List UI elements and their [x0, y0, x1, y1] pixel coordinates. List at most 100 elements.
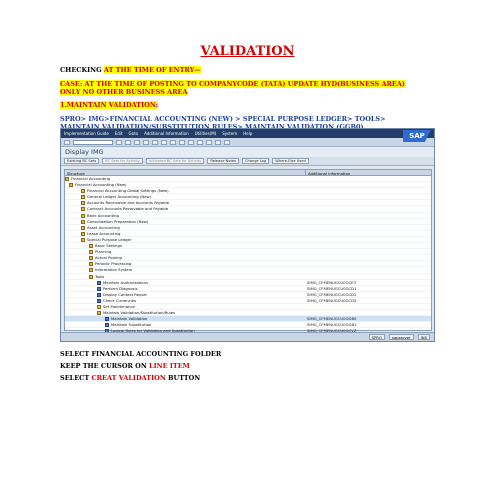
- sap-screenshot: Implementation Guide Edit Goto Additiona…: [60, 128, 435, 342]
- tree-row-label: Maintain Validation: [111, 316, 148, 322]
- page-title: VALIDATION: [200, 44, 295, 59]
- folder-icon: [89, 256, 93, 261]
- tree-row-label: Tools: [95, 273, 105, 279]
- first-page-icon[interactable]: [179, 139, 185, 145]
- help-icon[interactable]: [224, 139, 230, 145]
- sap-menubar: Implementation Guide Edit Goto Additiona…: [61, 129, 434, 138]
- tree-row-label: Perform Diagnosis: [103, 285, 138, 291]
- tree-row-label: Asset Accounting: [87, 224, 120, 230]
- case-line-1: CASE: AT THE TIME OF POSTING TO COMPANYC…: [60, 80, 405, 88]
- instruction-3-suffix: BUTTON: [165, 374, 201, 382]
- bc-sets-for-activity-button[interactable]: BC Sets for Activity: [102, 158, 143, 164]
- find-next-icon[interactable]: [170, 139, 176, 145]
- previous-page-icon[interactable]: [188, 139, 194, 145]
- where-else-used-button[interactable]: Where-Else Used: [272, 158, 309, 164]
- folder-icon: [81, 213, 85, 218]
- tree-row-label: Set Maintenance: [103, 303, 135, 309]
- tree-row-info: SIMG_CFMENUGCU0GCD2: [307, 291, 357, 297]
- activity-icon: [105, 317, 109, 322]
- next-page-icon[interactable]: [197, 139, 203, 145]
- instruction-2: KEEP THE CURSOR ON LINE ITEM: [60, 362, 190, 370]
- folder-icon: [89, 274, 93, 279]
- folder-icon: [89, 262, 93, 267]
- tree-row-info: SIMG_CFMENUGCU0GGB0: [307, 316, 357, 322]
- tree-row-label: Check Currencies: [103, 297, 137, 303]
- status-bar: SPRO sapserver INS: [61, 332, 434, 341]
- folder-icon: [69, 183, 73, 188]
- menu-item[interactable]: Implementation Guide: [64, 131, 109, 136]
- command-field[interactable]: [73, 139, 113, 145]
- tree-row-label: Bank Accounting: [87, 212, 119, 218]
- application-toolbar: Existing BC Sets BC Sets for Activity Ac…: [61, 157, 434, 166]
- new-session-icon[interactable]: [215, 139, 221, 145]
- tree-row-label: Consolidation Preparation (New): [87, 218, 149, 224]
- cancel-icon[interactable]: [143, 139, 149, 145]
- folder-icon: [89, 268, 93, 273]
- exit-icon[interactable]: [134, 139, 140, 145]
- instruction-1-text: SELECT FINANCIAL ACCOUNTING FOLDER: [60, 350, 222, 358]
- structure-column-header: Structure: [67, 170, 85, 176]
- menu-item[interactable]: Edit: [115, 131, 123, 136]
- checking-line: CHECKING AT THE TIME OF ENTRY—: [60, 66, 201, 74]
- tree-row-label: Financial Accounting Global Settings (Ne…: [87, 188, 169, 194]
- existing-bc-sets-button[interactable]: Existing BC Sets: [64, 158, 100, 164]
- tree-row-label: Financial Accounting: [71, 176, 111, 181]
- instruction-1: SELECT FINANCIAL ACCOUNTING FOLDER: [60, 350, 221, 358]
- tree-row-label: Accounts Receivable and Accounts Payable: [87, 200, 170, 206]
- screen-title: Display IMG: [61, 147, 434, 157]
- instruction-2-text: KEEP THE CURSOR ON: [60, 362, 150, 370]
- instruction-3-highlight: CREAT VALIDATION: [91, 374, 166, 382]
- folder-icon: [81, 207, 85, 212]
- checking-highlight: AT THE TIME OF ENTRY—: [103, 66, 201, 74]
- folder-icon: [97, 304, 101, 309]
- save-icon[interactable]: [116, 139, 122, 145]
- tree-row-label: Planning: [95, 249, 112, 255]
- tree-row-label: Maintain Validation/Substitution/Rules: [103, 310, 176, 316]
- tree-row-label: Financial Accounting (New): [75, 182, 127, 188]
- case-text-1: CASE: AT THE TIME OF POSTING TO COMPANYC…: [60, 80, 405, 88]
- menu-item[interactable]: System: [222, 131, 237, 136]
- status-server: sapserver: [388, 334, 414, 340]
- last-page-icon[interactable]: [206, 139, 212, 145]
- menu-item[interactable]: Help: [243, 131, 252, 136]
- img-tree: Structure Additional information Financi…: [64, 169, 432, 341]
- info-column-header: Additional information: [308, 170, 351, 176]
- folder-icon: [65, 177, 69, 181]
- tree-row-label: Basic Settings: [95, 243, 122, 249]
- activity-icon: [105, 323, 109, 328]
- tree-row-label: Information System: [95, 267, 133, 273]
- tree-rows: Financial Accounting Financial Accounting…: [65, 176, 431, 341]
- column-divider: [305, 170, 306, 175]
- case-text-2: ONLY NO OTHER BUSINESS AREA: [60, 88, 188, 96]
- checking-label: CHECKING: [60, 66, 104, 74]
- case-line-2: ONLY NO OTHER BUSINESS AREA: [60, 88, 188, 96]
- status-mode: INS: [417, 334, 430, 340]
- folder-icon: [81, 189, 85, 194]
- activated-bc-sets-button[interactable]: Activated BC Sets for Activity: [145, 158, 205, 164]
- back-icon[interactable]: [125, 139, 131, 145]
- tree-row-label: Contract Accounts Receivable and Payable: [87, 206, 169, 212]
- activity-icon: [97, 292, 101, 297]
- print-icon[interactable]: [152, 139, 158, 145]
- folder-icon: [81, 237, 85, 242]
- tree-row-label: Display Context Report: [103, 291, 147, 297]
- standard-toolbar: [61, 138, 434, 147]
- tree-row-label: Periodic Processing: [95, 261, 132, 267]
- folder-icon: [81, 195, 85, 200]
- tree-row-label: Lease Accounting: [87, 230, 121, 236]
- folder-icon: [89, 250, 93, 255]
- enter-icon[interactable]: [64, 139, 70, 145]
- release-notes-button[interactable]: Release Notes: [207, 158, 239, 164]
- menu-item[interactable]: Additional Information: [144, 131, 189, 136]
- tree-row-info: SIMG_CFMENUGCU0GCD1: [307, 285, 357, 291]
- section-heading: 1.MAINTAIN VALIDATION:: [60, 101, 158, 109]
- activity-icon: [97, 298, 101, 303]
- find-icon[interactable]: [161, 139, 167, 145]
- folder-icon: [81, 231, 85, 236]
- menu-item[interactable]: Utilities(M): [195, 131, 217, 136]
- folder-icon: [81, 219, 85, 224]
- activity-icon: [97, 280, 101, 285]
- change-log-button[interactable]: Change Log: [241, 158, 270, 164]
- menu-item[interactable]: Goto: [129, 131, 139, 136]
- tree-row-label: Maintain Substitution: [111, 322, 152, 328]
